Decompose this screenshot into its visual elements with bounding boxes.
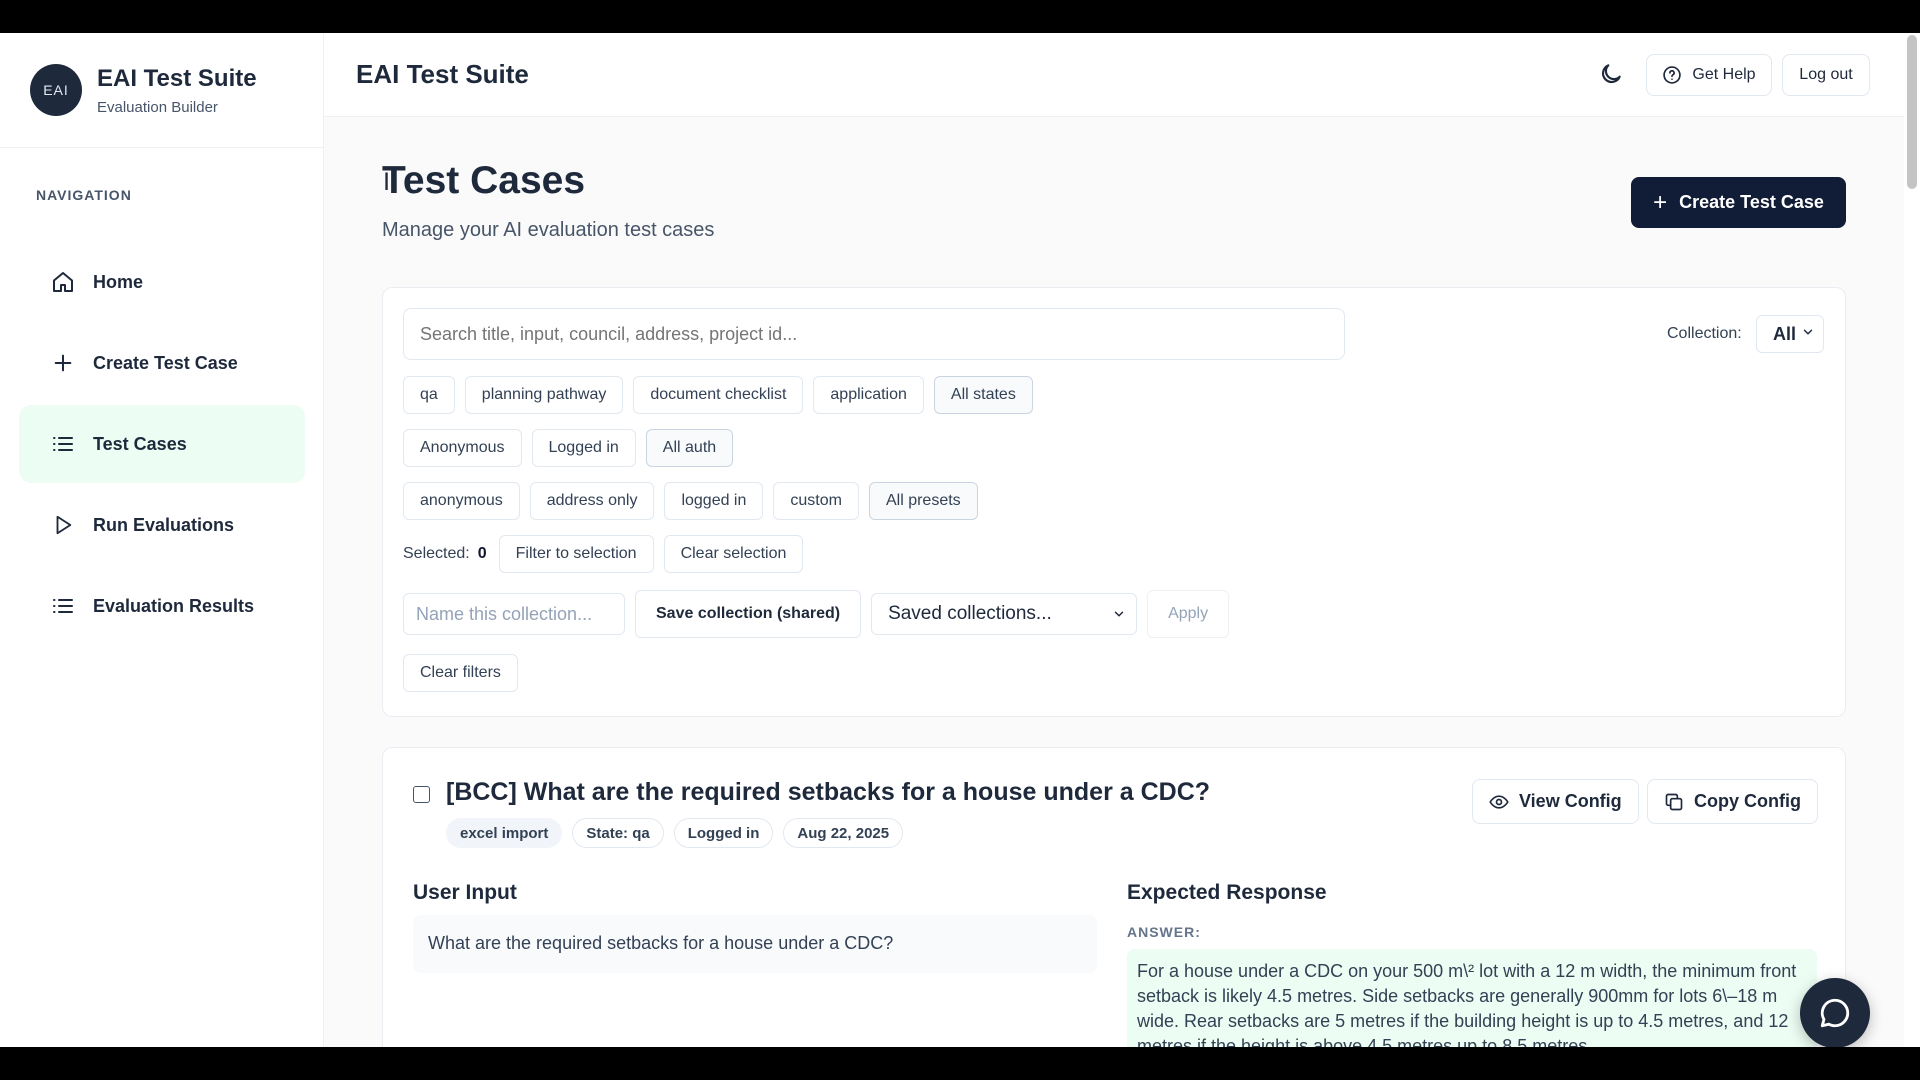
copy-icon bbox=[1665, 793, 1683, 810]
page-title: Test Cases bbox=[382, 159, 586, 202]
nav-heading: NAVIGATION bbox=[36, 187, 132, 203]
get-help-button[interactable]: Get Help bbox=[1646, 54, 1772, 96]
eye-icon bbox=[1489, 794, 1509, 809]
expected-response-heading: Expected Response bbox=[1127, 881, 1327, 904]
collection-row: Name this collection... Save collection … bbox=[403, 590, 1230, 638]
sidebar-item-label: Test Cases bbox=[93, 433, 187, 454]
user-input-heading: User Input bbox=[413, 881, 517, 904]
logo: EAI bbox=[30, 64, 82, 116]
clear-filters-button[interactable]: Clear filters bbox=[403, 654, 518, 692]
top-header: EAI Test Suite Get Help Log out bbox=[324, 33, 1920, 117]
sidebar-item-home[interactable]: Home bbox=[19, 243, 305, 321]
filter-chip-auth-logged-in[interactable]: Logged in bbox=[531, 429, 636, 467]
filter-chip-preset-logged-in[interactable]: logged in bbox=[664, 482, 764, 520]
test-case-badges: excel import State: qa Logged in Aug 22,… bbox=[446, 818, 913, 848]
home-icon bbox=[50, 269, 76, 295]
save-collection-button[interactable]: Save collection (shared) bbox=[635, 590, 862, 638]
preset-filter-row: anonymous address only logged in custom … bbox=[403, 482, 988, 520]
sidebar: EAI EAI Test Suite Evaluation Builder NA… bbox=[0, 33, 324, 1047]
filter-chip-state-application[interactable]: application bbox=[813, 376, 924, 414]
saved-collections-value: Saved collections... bbox=[888, 603, 1052, 624]
filter-chip-preset-address-only[interactable]: address only bbox=[529, 482, 655, 520]
brand-title: EAI Test Suite bbox=[97, 64, 257, 92]
filter-chip-all-auth[interactable]: All auth bbox=[645, 429, 734, 467]
nav-list: Home Create Test Case Test Cases Run Eva… bbox=[19, 243, 305, 648]
scrollbar-thumb[interactable] bbox=[1907, 35, 1917, 189]
search-input[interactable] bbox=[403, 308, 1345, 360]
filter-chip-state-qa[interactable]: qa bbox=[403, 376, 455, 414]
logout-label: Log out bbox=[1799, 66, 1853, 83]
filter-chip-all-states[interactable]: All states bbox=[933, 376, 1033, 414]
page-subtitle: Manage your AI evaluation test cases bbox=[382, 219, 715, 241]
play-icon bbox=[50, 512, 76, 538]
sidebar-item-label: Create Test Case bbox=[93, 352, 238, 373]
chevron-down-icon bbox=[1803, 329, 1813, 335]
list-icon bbox=[50, 431, 76, 457]
brand-subtitle: Evaluation Builder bbox=[97, 98, 218, 116]
auth-filter-row: Anonymous Logged in All auth bbox=[403, 429, 743, 467]
filter-to-selection-button[interactable]: Filter to selection bbox=[498, 535, 654, 573]
expected-answer-text: For a house under a CDC on your 500 m\² … bbox=[1127, 949, 1817, 1047]
app-window: EAI EAI Test Suite Evaluation Builder NA… bbox=[0, 33, 1920, 1047]
sidebar-item-label: Home bbox=[93, 271, 144, 292]
selected-label: Selected: bbox=[403, 545, 470, 562]
main-content: Test Cases Manage your AI evaluation tes… bbox=[324, 117, 1904, 1047]
copy-config-button[interactable]: Copy Config bbox=[1647, 779, 1818, 824]
filter-chip-all-presets[interactable]: All presets bbox=[868, 482, 978, 520]
plus-icon bbox=[50, 350, 76, 376]
dark-mode-toggle-icon[interactable] bbox=[1598, 61, 1628, 91]
get-help-label: Get Help bbox=[1692, 66, 1756, 83]
sidebar-item-create-test-case[interactable]: Create Test Case bbox=[19, 324, 305, 402]
list-icon bbox=[50, 593, 76, 619]
clear-filters-row: Clear filters bbox=[403, 654, 528, 692]
chat-bubble-icon bbox=[1820, 998, 1850, 1028]
brand: EAI EAI Test Suite Evaluation Builder bbox=[0, 33, 323, 148]
collection-name-input[interactable]: Name this collection... bbox=[403, 593, 625, 635]
plus-icon: + bbox=[1653, 188, 1668, 216]
sidebar-item-label: Run Evaluations bbox=[93, 514, 235, 535]
state-badge: State: qa bbox=[572, 818, 664, 848]
header-title: EAI Test Suite bbox=[356, 59, 529, 89]
auth-badge: Logged in bbox=[673, 818, 774, 848]
create-test-case-button[interactable]: + Create Test Case bbox=[1631, 177, 1846, 228]
create-test-case-label: Create Test Case bbox=[1679, 192, 1824, 212]
selection-row: Selected: 0 Filter to selection Clear se… bbox=[403, 535, 813, 573]
filter-chip-state-planning-pathway[interactable]: planning pathway bbox=[464, 376, 624, 414]
user-input-text: What are the required setbacks for a hou… bbox=[413, 915, 1097, 973]
collection-select[interactable]: All bbox=[1756, 315, 1824, 353]
test-case-checkbox[interactable] bbox=[413, 786, 430, 803]
copy-config-label: Copy Config bbox=[1694, 791, 1801, 811]
logout-button[interactable]: Log out bbox=[1782, 54, 1870, 96]
sidebar-item-evaluation-results[interactable]: Evaluation Results bbox=[19, 567, 305, 645]
help-circle-icon bbox=[1662, 65, 1682, 85]
chevron-down-icon bbox=[1114, 611, 1124, 617]
text-cursor-icon: I bbox=[383, 168, 391, 196]
test-case-title[interactable]: [BCC] What are the required setbacks for… bbox=[446, 778, 1210, 807]
view-config-button[interactable]: View Config bbox=[1472, 779, 1639, 824]
filter-panel: Collection: All qa planning pathway docu… bbox=[382, 287, 1846, 717]
collection-label: Collection: bbox=[1667, 325, 1742, 342]
selected-count: 0 bbox=[477, 545, 487, 562]
filter-chip-preset-anonymous[interactable]: anonymous bbox=[403, 482, 520, 520]
source-badge: excel import bbox=[446, 818, 563, 848]
clear-selection-button[interactable]: Clear selection bbox=[663, 535, 804, 573]
answer-label: ANSWER: bbox=[1127, 924, 1201, 940]
view-config-label: View Config bbox=[1519, 791, 1622, 811]
saved-collections-select[interactable]: Saved collections... bbox=[871, 593, 1138, 635]
chat-button[interactable] bbox=[1800, 978, 1870, 1047]
filter-chip-state-document-checklist[interactable]: document checklist bbox=[633, 376, 804, 414]
apply-button[interactable]: Apply bbox=[1147, 590, 1230, 638]
filter-chip-auth-anonymous[interactable]: Anonymous bbox=[403, 429, 522, 467]
sidebar-item-run-evaluations[interactable]: Run Evaluations bbox=[19, 486, 305, 564]
sidebar-item-label: Evaluation Results bbox=[93, 595, 255, 616]
sidebar-item-test-cases[interactable]: Test Cases bbox=[19, 405, 305, 483]
date-badge: Aug 22, 2025 bbox=[783, 818, 904, 848]
filter-chip-preset-custom[interactable]: custom bbox=[773, 482, 859, 520]
state-filter-row: qa planning pathway document checklist a… bbox=[403, 376, 1043, 414]
test-case-card: [BCC] What are the required setbacks for… bbox=[382, 747, 1846, 1047]
collection-value: All bbox=[1773, 323, 1797, 344]
